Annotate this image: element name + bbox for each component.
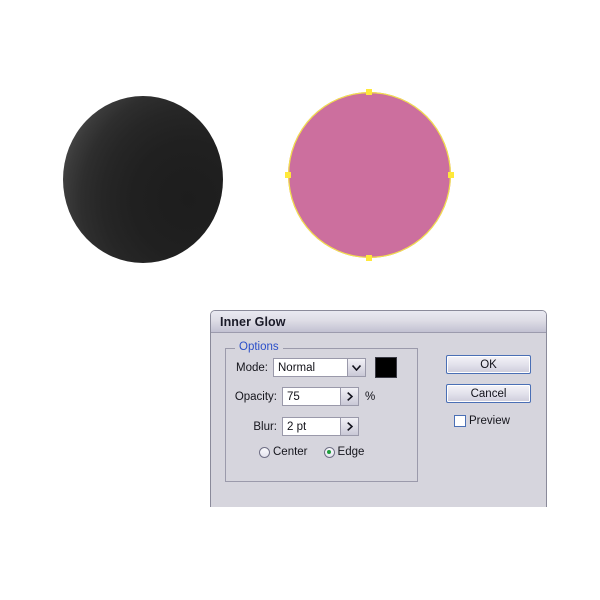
blur-stepper[interactable]: 2 pt [282, 417, 359, 436]
preview-label: Preview [469, 415, 510, 427]
options-group-label: Options [235, 341, 283, 353]
chevron-down-icon[interactable] [347, 359, 365, 376]
opacity-unit: % [365, 390, 376, 403]
mode-row: Mode: Normal [225, 357, 397, 378]
anchor-point-bottom[interactable] [366, 255, 372, 261]
anchor-point-left[interactable] [285, 172, 291, 178]
dark-circle-shape[interactable] [63, 96, 223, 263]
blur-input[interactable]: 2 pt [283, 418, 340, 435]
mode-select[interactable]: Normal [273, 358, 366, 377]
pink-circle-shape[interactable] [288, 92, 451, 258]
chevron-right-icon[interactable] [340, 388, 358, 405]
cancel-button[interactable]: Cancel [446, 384, 531, 403]
preview-row[interactable]: Preview [454, 415, 510, 427]
dialog-title: Inner Glow [220, 314, 286, 329]
radio-edge-selected-dot [327, 450, 332, 454]
chevron-right-icon[interactable] [340, 418, 358, 435]
mode-value: Normal [274, 359, 347, 376]
dialog-title-bar[interactable]: Inner Glow [211, 311, 546, 333]
ok-button[interactable]: OK [446, 355, 531, 374]
radio-center[interactable]: Center [259, 446, 308, 458]
radio-edge[interactable]: Edge [323, 446, 365, 458]
radio-center-indicator[interactable] [259, 446, 270, 458]
artboard-canvas [0, 0, 600, 300]
glow-color-swatch[interactable] [375, 357, 397, 378]
opacity-row: Opacity: 75 % [225, 387, 375, 406]
radio-edge-label: Edge [337, 446, 365, 458]
anchor-point-top[interactable] [366, 89, 372, 95]
opacity-label: Opacity: [234, 390, 277, 403]
preview-checkbox[interactable] [454, 415, 466, 427]
blur-label: Blur: [253, 420, 277, 433]
opacity-input[interactable]: 75 [283, 388, 340, 405]
opacity-stepper[interactable]: 75 [282, 387, 359, 406]
blur-row: Blur: 2 pt [244, 417, 359, 436]
radio-edge-indicator[interactable] [323, 446, 335, 458]
inner-glow-dialog: Inner Glow Options Mode: Normal Opacity: [210, 310, 547, 507]
glow-origin-radio-group: Center Edge [259, 446, 364, 458]
dialog-body: Options Mode: Normal Opacity: 75 % Blur:… [211, 333, 546, 507]
radio-center-label: Center [273, 446, 308, 458]
mode-label: Mode: [236, 361, 268, 374]
anchor-point-right[interactable] [448, 172, 454, 178]
